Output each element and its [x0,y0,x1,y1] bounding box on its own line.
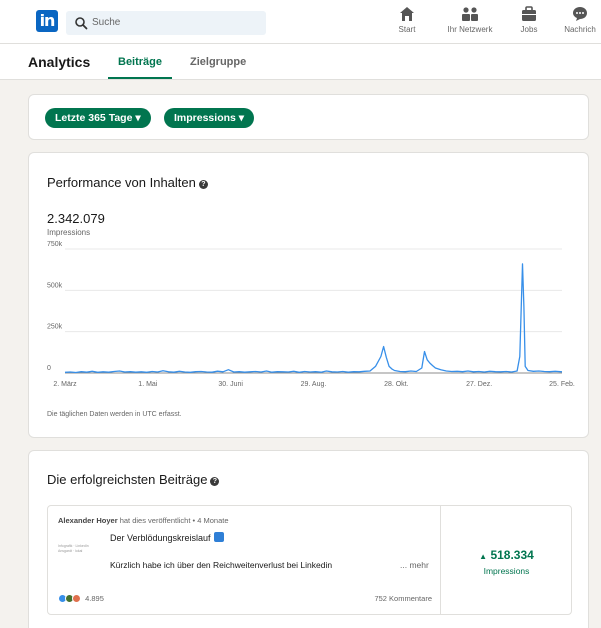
performance-title-row: Performance von Inhalten? [47,175,208,190]
more-link[interactable]: ... mehr [400,560,429,570]
y-tick-label: 0 [47,365,51,372]
nav-start[interactable]: Start [387,6,427,42]
x-tick-label: 2. März [53,381,77,388]
performance-card: Performance von Inhalten? 2.342.079 Impr… [28,152,589,438]
x-tick-label: 1. Mai [138,381,158,388]
top-posts-title: Die erfolgreichsten Beiträge [47,472,208,487]
top-post-item[interactable]: Alexander Hoyer hat dies veröffentlicht … [47,505,572,615]
post-meta: Alexander Hoyer hat dies veröffentlicht … [58,516,229,525]
page-title: Analytics [28,54,91,70]
post-impressions-value: ▲ 518.334 [440,548,573,562]
top-posts-title-row: Die erfolgreichsten Beiträge? [47,472,220,487]
search-icon [75,17,88,30]
post-title: Der Verblödungskreislauf [110,532,224,543]
utc-note: Die täglichen Daten werden in UTC erfass… [47,411,182,418]
y-tick-label: 750k [47,241,63,248]
tab-beitraege[interactable]: Beiträge [118,56,162,68]
total-impressions-label: Impressions [47,228,91,237]
range-filter-label: Letzte 365 Tage [55,112,133,124]
nav-network[interactable]: Ihr Netzwerk [439,6,501,42]
y-tick-label: 500k [47,282,63,289]
post-title-text: Der Verblödungskreislauf [110,533,211,543]
love-reaction-icon [72,594,81,603]
nav-label-network: Ihr Netzwerk [447,25,493,34]
post-thumbnail[interactable]: Infografik · LinkedIn Ansgardt · lokal [58,544,98,564]
help-icon[interactable]: ? [198,180,208,189]
global-nav: in Suche Start Ihr Netzwerk Jobs Nachric… [0,0,601,44]
caret-down-icon: ▾ [135,112,141,124]
message-icon [573,7,587,21]
x-tick-label: 29. Aug. [301,381,327,388]
x-tick-label: 30. Juni [218,381,243,388]
nav-jobs[interactable]: Jobs [509,6,549,42]
nav-label-start: Start [398,25,416,34]
search-input[interactable]: Suche [66,11,266,35]
search-placeholder: Suche [92,17,121,28]
nav-label-messages: Nachrich [564,25,596,34]
post-impressions-label: Impressions [483,566,530,576]
up-arrow-icon: ▲ [479,552,488,561]
metric-filter-button[interactable]: Impressions ▾ [164,108,255,128]
filter-card: Letzte 365 Tage ▾ Impressions ▾ [28,94,589,140]
home-icon [400,7,414,21]
reactions-count[interactable]: 4.895 [58,594,104,603]
nav-messages[interactable]: Nachrich [560,6,600,42]
performance-title: Performance von Inhalten [47,175,196,190]
post-text: Kürzlich habe ich über den Reichweitenve… [110,560,333,570]
x-tick-label: 28. Okt. [384,381,409,388]
emoji-icon [213,532,224,542]
active-tab-indicator [108,77,172,79]
post-meta-text: hat dies veröffentlicht • 4 Monate [119,516,229,525]
nav-label-jobs: Jobs [520,25,538,34]
comments-count[interactable]: 752 Kommentare [348,594,432,603]
y-tick-label: 250k [47,324,63,331]
impressions-series-line [64,263,563,374]
network-icon [462,7,478,21]
post-impressions-number: 518.334 [490,548,534,562]
help-icon[interactable]: ? [210,477,220,486]
total-impressions: 2.342.079 [47,211,105,226]
reactions-number: 4.895 [85,594,104,603]
impressions-chart: 0 250k 500k 750k 2. März 1. Mai 30. Juni 29. Au… [47,241,575,388]
x-tick-label: 27. Dez. [466,381,492,388]
range-filter-button[interactable]: Letzte 365 Tage ▾ [45,108,151,128]
post-author[interactable]: Alexander Hoyer [58,516,118,525]
analytics-subnav: Analytics Beiträge Zielgruppe [0,44,601,80]
caret-down-icon: ▾ [238,112,245,124]
briefcase-icon [522,6,536,21]
linkedin-logo[interactable]: in [36,10,58,32]
top-posts-card: Die erfolgreichsten Beiträge? Alexander … [28,450,589,628]
metric-filter-label: Impressions [174,112,236,124]
tab-zielgruppe[interactable]: Zielgruppe [190,56,246,68]
x-tick-label: 25. Feb. [549,381,575,388]
